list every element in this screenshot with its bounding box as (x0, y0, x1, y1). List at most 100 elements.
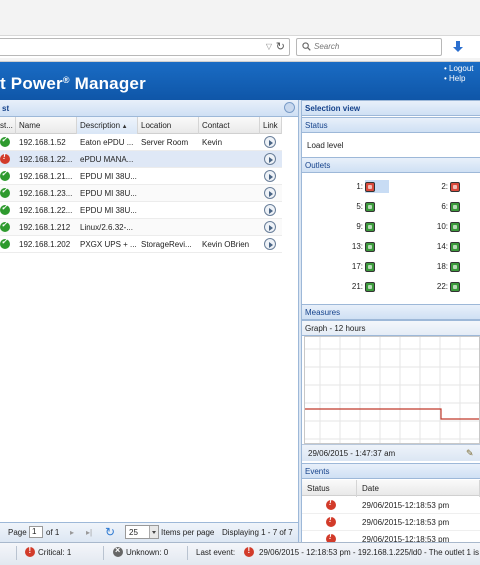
table-row[interactable]: 192.168.1.212 Linux/2.6.32-... (0, 219, 282, 236)
cell-name: 192.168.1.202 (19, 240, 71, 249)
search-placeholder: Search (314, 42, 340, 51)
cell-location (138, 168, 199, 185)
load-level-label: Load level (307, 141, 344, 150)
page-of-label: of 1 (46, 528, 60, 537)
cell-name: 192.168.1.52 (19, 138, 66, 147)
unknown-count[interactable]: Unknown: 0 (126, 548, 168, 557)
cell-location (138, 151, 199, 168)
graph-tool-icon[interactable]: ✎ (466, 448, 476, 458)
cell-description: EPDU MI 38U... (80, 189, 137, 198)
status-divider (16, 546, 17, 560)
table-row[interactable]: 192.168.1.21... EPDU MI 38U... (0, 168, 282, 185)
url-dropdown-icon[interactable]: ▽ (266, 42, 272, 51)
table-row[interactable]: 192.168.1.52 Eaton ePDU ... Server Room Kev… (0, 134, 282, 151)
cell-description: PXGX UPS + ... (80, 240, 137, 249)
col-description[interactable]: Description ▲ (77, 117, 138, 134)
open-link-icon[interactable] (264, 170, 276, 182)
cell-description: EPDU MI 38U... (80, 172, 137, 181)
outlet-on-icon[interactable] (450, 222, 460, 232)
events-section-header[interactable]: Events (302, 463, 480, 479)
outlet-label: 21: (351, 282, 363, 291)
chevron-down-icon[interactable] (149, 526, 158, 538)
open-link-icon[interactable] (264, 204, 276, 216)
list-blank-area (282, 117, 298, 522)
cell-location (138, 185, 199, 202)
outlet-on-icon[interactable] (365, 262, 375, 272)
open-link-icon[interactable] (264, 221, 276, 233)
logout-link[interactable]: • Logout (444, 64, 474, 74)
status-ok-icon (0, 203, 10, 215)
last-event-text[interactable]: 29/06/2015 - 12:18:53 pm - 192.168.1.225… (259, 548, 479, 557)
events-col-date[interactable]: Date (357, 480, 480, 497)
page-number-input[interactable]: 1 (29, 526, 43, 538)
app-title: t Power® Manager (0, 74, 146, 93)
open-link-icon[interactable] (264, 153, 276, 165)
next-page-icon[interactable]: ▸ (70, 528, 74, 537)
outlet-on-icon[interactable] (450, 242, 460, 252)
event-critical-icon (326, 515, 336, 527)
outlet-on-icon[interactable] (365, 202, 375, 212)
list-panel-header (0, 100, 298, 117)
outlet-on-icon[interactable] (365, 222, 375, 232)
status-section-header[interactable]: Status (302, 117, 480, 133)
critical-count[interactable]: Critical: 1 (38, 548, 71, 557)
header-links: • Logout • Help (444, 64, 474, 84)
outlet-label: 18: (436, 262, 448, 271)
status-ok-icon (0, 186, 10, 198)
event-row[interactable]: 29/06/2015-12:18:53 pm (302, 514, 480, 531)
open-link-icon[interactable] (264, 187, 276, 199)
outlet-off-icon[interactable] (450, 182, 460, 192)
table-row[interactable]: 192.168.1.22... EPDU MI 38U... (0, 202, 282, 219)
outlet-on-icon[interactable] (450, 202, 460, 212)
open-link-icon[interactable] (264, 136, 276, 148)
status-ok-icon (0, 135, 10, 147)
col-status[interactable]: st... (0, 117, 16, 134)
col-name[interactable]: Name (16, 117, 77, 134)
event-row[interactable]: 29/06/2015-12:18:53 pm (302, 497, 480, 514)
cell-contact (199, 185, 260, 202)
events-header-row: Status Date (302, 480, 480, 497)
outlet-label: 5: (356, 202, 363, 211)
browser-search-box[interactable]: Search (296, 38, 442, 56)
last-event-critical-icon (244, 546, 254, 557)
items-per-page-select[interactable]: 25 (125, 525, 159, 539)
outlet-on-icon[interactable] (450, 282, 460, 292)
download-icon[interactable] (451, 40, 465, 54)
col-location[interactable]: Location (138, 117, 199, 134)
cell-location (138, 219, 199, 236)
graph-series-line (305, 408, 479, 420)
graph-svg (305, 337, 479, 443)
table-row[interactable]: 192.168.1.202 PXGX UPS + ... StorageRevi..… (0, 236, 282, 253)
events-col-status[interactable]: Status (302, 480, 357, 497)
outlet-on-icon[interactable] (450, 262, 460, 272)
cell-name: 192.168.1.22... (19, 155, 73, 164)
per-page-label: Items per page (161, 528, 215, 537)
open-link-icon[interactable] (264, 238, 276, 250)
page-label: Page (8, 528, 27, 537)
outlet-on-icon[interactable] (365, 242, 375, 252)
cell-name: 192.168.1.212 (19, 223, 71, 232)
last-page-icon[interactable]: ▸| (86, 528, 92, 537)
reload-icon[interactable]: ↻ (276, 40, 285, 53)
panel-tool-icon[interactable] (284, 102, 295, 113)
status-ok-icon (0, 237, 10, 249)
table-row[interactable]: 192.168.1.23... EPDU MI 38U... (0, 185, 282, 202)
refresh-icon[interactable]: ↻ (105, 526, 117, 538)
col-link[interactable]: Link (260, 117, 282, 134)
help-link[interactable]: • Help (444, 74, 474, 84)
outlet-label: 10: (436, 222, 448, 231)
address-bar[interactable]: ▽ ↻ (0, 38, 290, 56)
outlet-label: 13: (351, 242, 363, 251)
col-contact[interactable]: Contact (199, 117, 260, 134)
measures-section-header[interactable]: Measures (302, 304, 480, 320)
cell-contact (199, 219, 260, 236)
status-critical-icon (0, 152, 10, 164)
cell-contact (199, 168, 260, 185)
outlet-on-icon[interactable] (365, 282, 375, 292)
outlet-label: 17: (351, 262, 363, 271)
table-row[interactable]: 192.168.1.22... ePDU MANA... (0, 151, 282, 168)
search-icon (302, 42, 311, 51)
outlets-section-header[interactable]: Outlets (302, 157, 480, 173)
cell-name: 192.168.1.22... (19, 206, 73, 215)
outlet-off-icon[interactable] (365, 182, 375, 192)
